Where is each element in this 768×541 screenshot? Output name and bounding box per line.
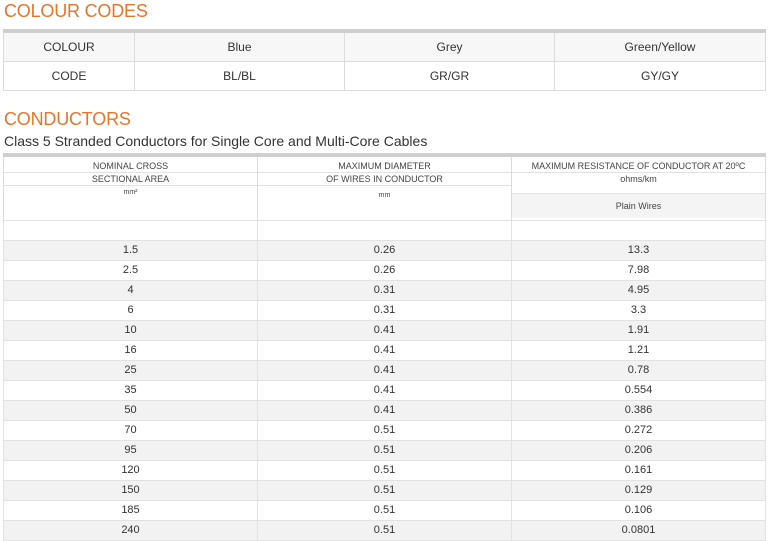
colour-codes-table: COLOUR Blue Grey Green/Yellow CODE BL/BL… xyxy=(3,29,766,91)
header-separator xyxy=(3,220,766,241)
header-unit: mm xyxy=(378,192,391,199)
cell-resistance: 0.129 xyxy=(511,480,766,501)
cell-cross-section: 120 xyxy=(3,460,258,481)
code-label: CODE xyxy=(3,61,135,91)
cell-resistance: 13.3 xyxy=(511,240,766,261)
header-unit: mm² xyxy=(123,189,138,196)
cell-resistance: 4.95 xyxy=(511,280,766,301)
header-line: MAXIMUM RESISTANCE OF CONDUCTOR AT 20ºC xyxy=(512,157,765,173)
cell-max-diameter: 0.26 xyxy=(257,240,512,261)
cell-max-diameter: 0.51 xyxy=(257,520,512,541)
code-value: GY/GY xyxy=(554,61,766,91)
code-value: BL/BL xyxy=(134,61,345,91)
cell-resistance: 7.98 xyxy=(511,260,766,281)
table-row: 1.5 0.26 13.3 xyxy=(3,240,766,261)
cell-resistance: 0.78 xyxy=(511,360,766,381)
cell-resistance: 0.554 xyxy=(511,380,766,401)
cell-cross-section: 1.5 xyxy=(3,240,258,261)
table-row: 240 0.51 0.0801 xyxy=(3,520,766,541)
header-plain-wires: Plain Wires xyxy=(512,193,765,218)
cell-resistance: 0.272 xyxy=(511,420,766,441)
cell-cross-section: 50 xyxy=(3,400,258,421)
cell-cross-section: 70 xyxy=(3,420,258,441)
cell-cross-section: 10 xyxy=(3,320,258,341)
cell-max-diameter: 0.41 xyxy=(257,360,512,381)
cell-cross-section: 95 xyxy=(3,440,258,461)
header-line: OF WIRES IN CONDUCTOR xyxy=(258,173,511,186)
header-cross-section: NOMINAL CROSS SECTIONAL AREA mm² xyxy=(3,155,258,221)
cell-max-diameter: 0.31 xyxy=(257,280,512,301)
table-row: 25 0.41 0.78 xyxy=(3,360,766,381)
table-row: 120 0.51 0.161 xyxy=(3,460,766,481)
cell-max-diameter: 0.51 xyxy=(257,440,512,461)
conductors-title: CONDUCTORS xyxy=(4,109,131,129)
code-value: GR/GR xyxy=(344,61,555,91)
header-line: ohms/km xyxy=(620,174,657,184)
cell-cross-section: 6 xyxy=(3,300,258,321)
table-header-row: NOMINAL CROSS SECTIONAL AREA mm² MAXIMUM… xyxy=(3,155,766,221)
cell-cross-section: 240 xyxy=(3,520,258,541)
cell-resistance: 0.161 xyxy=(511,460,766,481)
cell-resistance: 1.91 xyxy=(511,320,766,341)
table-row: 70 0.51 0.272 xyxy=(3,420,766,441)
cell-max-diameter: 0.41 xyxy=(257,400,512,421)
table-row: 50 0.41 0.386 xyxy=(3,400,766,421)
cell-resistance: 1.21 xyxy=(511,340,766,361)
table-row: 4 0.31 4.95 xyxy=(3,280,766,301)
table-row: 150 0.51 0.129 xyxy=(3,480,766,501)
header-line: SECTIONAL AREA xyxy=(4,173,257,186)
cell-max-diameter: 0.51 xyxy=(257,480,512,501)
cell-max-diameter: 0.51 xyxy=(257,460,512,481)
conductors-table: NOMINAL CROSS SECTIONAL AREA mm² MAXIMUM… xyxy=(3,153,766,541)
colour-value: Blue xyxy=(134,30,345,62)
conductors-table-body: 1.5 0.26 13.3 2.5 0.26 7.98 4 0.31 4.95 6 0.31 3.3 1… xyxy=(3,240,766,541)
cell-max-diameter: 0.26 xyxy=(257,260,512,281)
cell-max-diameter: 0.41 xyxy=(257,320,512,341)
cell-resistance: 0.206 xyxy=(511,440,766,461)
cell-max-diameter: 0.41 xyxy=(257,340,512,361)
table-row: 2.5 0.26 7.98 xyxy=(3,260,766,281)
table-row: 35 0.41 0.554 xyxy=(3,380,766,401)
table-row: 16 0.41 1.21 xyxy=(3,340,766,361)
cell-resistance: 0.386 xyxy=(511,400,766,421)
colour-row: COLOUR Blue Grey Green/Yellow xyxy=(3,30,766,62)
colour-codes-title: COLOUR CODES xyxy=(4,1,148,21)
cell-max-diameter: 0.41 xyxy=(257,380,512,401)
table-row: 95 0.51 0.206 xyxy=(3,440,766,461)
header-max-resistance: MAXIMUM RESISTANCE OF CONDUCTOR AT 20ºC … xyxy=(511,155,766,221)
colour-value: Grey xyxy=(344,30,555,62)
cell-cross-section: 16 xyxy=(3,340,258,361)
cell-cross-section: 35 xyxy=(3,380,258,401)
header-line: NOMINAL CROSS xyxy=(4,157,257,173)
cell-resistance: 3.3 xyxy=(511,300,766,321)
conductors-subtitle: Class 5 Stranded Conductors for Single C… xyxy=(4,133,428,149)
cell-cross-section: 25 xyxy=(3,360,258,381)
colour-label: COLOUR xyxy=(3,30,135,62)
colour-value: Green/Yellow xyxy=(554,30,766,62)
header-max-diameter: MAXIMUM DIAMETER OF WIRES IN CONDUCTOR m… xyxy=(257,155,512,221)
cell-resistance: 0.0801 xyxy=(511,520,766,541)
code-row: CODE BL/BL GR/GR GY/GY xyxy=(3,61,766,91)
cell-cross-section: 4 xyxy=(3,280,258,301)
cell-cross-section: 150 xyxy=(3,480,258,501)
cell-max-diameter: 0.31 xyxy=(257,300,512,321)
header-line: MAXIMUM DIAMETER xyxy=(258,157,511,173)
cell-max-diameter: 0.51 xyxy=(257,420,512,441)
table-row: 10 0.41 1.91 xyxy=(3,320,766,341)
table-row: 6 0.31 3.3 xyxy=(3,300,766,321)
cell-cross-section: 2.5 xyxy=(3,260,258,281)
